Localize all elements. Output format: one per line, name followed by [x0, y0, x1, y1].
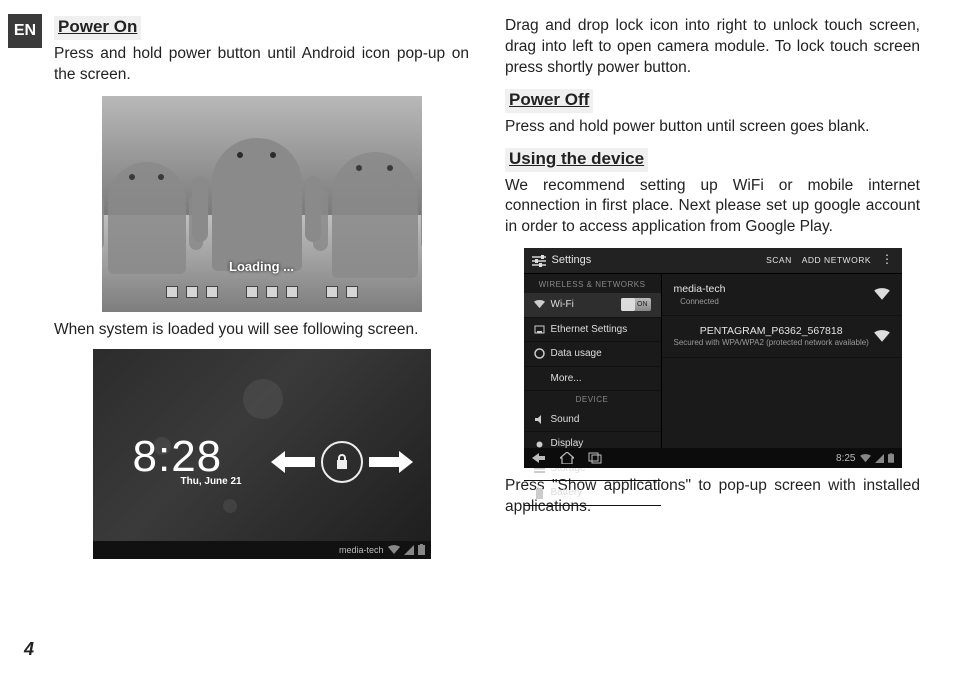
wifi-icon [388, 545, 400, 555]
nav-home-icon[interactable] [560, 452, 574, 464]
loading-progress [102, 286, 422, 298]
settings-sliders-icon [532, 255, 546, 267]
language-tab: EN [8, 14, 42, 48]
category-device: DEVICE [524, 391, 661, 408]
signal-icon [875, 454, 884, 463]
right-column: Drag and drop lock icon into right to un… [505, 16, 920, 661]
category-wireless: WIRELESS & NETWORKS [524, 276, 661, 293]
wifi-signal-icon [874, 288, 890, 301]
network-status: Secured with WPA/WPA2 (protected network… [674, 338, 869, 349]
sidebar-item-battery[interactable]: Battery [524, 481, 661, 506]
arrow-left-icon [271, 451, 315, 473]
action-scan[interactable]: SCAN [766, 255, 792, 266]
sidebar-label: More... [551, 372, 582, 386]
sidebar-label: Wi-Fi [551, 298, 574, 312]
ethernet-icon [534, 324, 545, 335]
wifi-network-row[interactable]: PENTAGRAM_P6362_567818 Secured with WPA/… [662, 316, 902, 358]
network-status: Connected [674, 297, 726, 308]
network-name: media-tech [674, 282, 726, 296]
heading-power-off: Power Off [505, 89, 593, 113]
settings-title: Settings [552, 253, 592, 268]
signal-icon [404, 545, 414, 555]
sidebar-item-more[interactable]: More... [524, 367, 661, 392]
para-unlock-instructions: Drag and drop lock icon into right to un… [505, 16, 920, 79]
para-power-off: Press and hold power button until screen… [505, 117, 920, 138]
nav-back-icon[interactable] [532, 452, 546, 464]
figure-lockscreen: 8:28 Thu, June 21 media-tech [93, 349, 431, 559]
brand-label: media-tech [339, 544, 384, 556]
network-name: PENTAGRAM_P6362_567818 [674, 324, 869, 338]
figure-lockscreen-wrap: 8:28 Thu, June 21 media-tech [54, 349, 469, 559]
nav-recent-icon[interactable] [588, 452, 602, 464]
loading-label: Loading ... [102, 258, 422, 276]
lockscreen-statusbar: media-tech [93, 541, 431, 559]
sidebar-label: Data usage [551, 347, 602, 361]
settings-navbar: 8:25 [524, 448, 902, 468]
settings-main: media-tech Connected PENTAGRAM_P6362_567… [662, 274, 902, 448]
sidebar-item-ethernet[interactable]: Ethernet Settings [524, 318, 661, 343]
sidebar-label: Sound [551, 413, 580, 427]
settings-sidebar: WIRELESS & NETWORKS Wi-Fi ON Ethernet Se… [524, 274, 662, 448]
figure-settings: Settings SCAN ADD NETWORK ⋮ WIRELESS & N… [524, 248, 902, 468]
navbar-clock: 8:25 [836, 452, 855, 466]
action-add-network[interactable]: ADD NETWORK [802, 255, 871, 266]
battery-icon [888, 453, 894, 463]
wifi-icon [860, 454, 871, 463]
settings-actionbar: Settings SCAN ADD NETWORK ⋮ [524, 248, 902, 274]
sidebar-item-sound[interactable]: Sound [524, 408, 661, 433]
data-usage-icon [534, 348, 545, 359]
wifi-signal-secure-icon [874, 330, 890, 343]
figure-boot-wrap: Loading ... [54, 96, 469, 312]
battery-icon [418, 544, 425, 555]
left-column: Power On Press and hold power button unt… [54, 16, 469, 661]
sidebar-item-data-usage[interactable]: Data usage [524, 342, 661, 367]
wifi-toggle[interactable]: ON [621, 298, 651, 311]
overflow-menu-icon[interactable]: ⋮ [881, 255, 894, 266]
page-columns: Power On Press and hold power button unt… [54, 16, 920, 661]
para-using-device: We recommend setting up WiFi or mobile i… [505, 176, 920, 239]
wifi-icon [534, 299, 545, 310]
unlock-control[interactable] [271, 441, 413, 483]
heading-power-on: Power On [54, 16, 141, 40]
page-number: 4 [24, 637, 34, 661]
lockscreen-date: Thu, June 21 [181, 475, 242, 489]
battery-icon [534, 488, 545, 499]
sidebar-label: Battery [551, 486, 583, 500]
wifi-network-row[interactable]: media-tech Connected [662, 274, 902, 316]
caption-system-loaded: When system is loaded you will see follo… [54, 320, 469, 341]
para-power-on: Press and hold power button until Androi… [54, 44, 469, 86]
sidebar-label: Ethernet Settings [551, 323, 628, 337]
figure-android-boot: Loading ... [102, 96, 422, 312]
lock-icon [335, 454, 349, 470]
lock-ring[interactable] [321, 441, 363, 483]
sound-icon [534, 414, 545, 425]
figure-settings-wrap: Settings SCAN ADD NETWORK ⋮ WIRELESS & N… [505, 248, 920, 468]
arrow-right-icon [369, 451, 413, 473]
sidebar-item-wifi[interactable]: Wi-Fi ON [524, 293, 661, 318]
heading-using-device: Using the device [505, 148, 648, 172]
